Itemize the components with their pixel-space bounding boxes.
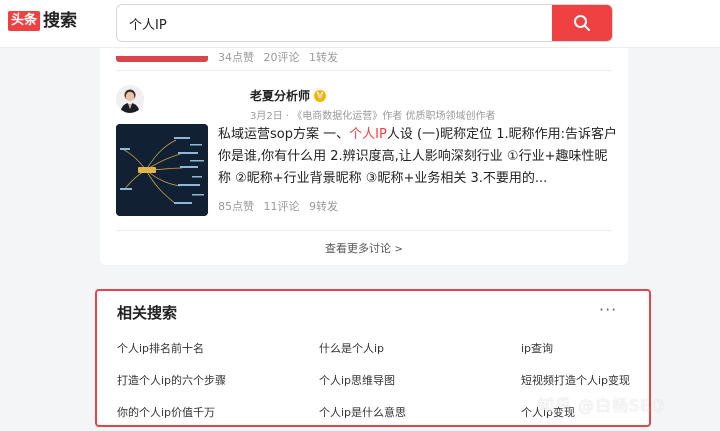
more-dots-icon[interactable]: ··· [599,300,617,319]
divider [116,70,612,71]
avatar[interactable] [116,85,144,113]
related-search-item[interactable]: 个人ip思维导图 [319,372,395,388]
post-thumbnail[interactable] [116,124,208,216]
avatar-image [116,85,144,113]
divider [116,230,612,231]
related-search-item[interactable]: 短视频打造个人ip变现 [521,372,630,388]
verified-badge-icon: V [314,89,327,102]
post-likes: 85点赞 [218,200,254,213]
previous-post-comments: 20评论 [263,51,300,63]
post-content[interactable]: 私域运营sop方案 一、个人IP人设 (一)昵称定位 1.昵称作用:告诉客户你是… [218,124,618,190]
related-search-item[interactable]: ip查询 [521,340,553,356]
related-search-item[interactable]: 你的个人ip价值千万 [117,404,215,420]
search-input[interactable] [117,5,553,41]
post-shares: 9转发 [309,200,338,213]
previous-post-thumbnail[interactable] [116,56,208,62]
more-discussions-label: 查看更多讨论 [325,242,392,255]
more-discussions-link[interactable]: 查看更多讨论 > [100,240,628,256]
logo-badge: 头条 [8,11,41,31]
author-description: 3月2日 · 《电商数据化运营》作者 优质职场领域创作者 [250,111,496,122]
discussion-card: 34点赞 20评论 1转发 老夏分析师 V 3月2日 · 《电商数据化运营》作者… [100,30,628,265]
logo-text: 搜索 [43,11,78,31]
mind-map-thumbnail [116,124,208,216]
search-box [116,4,613,42]
chevron-right-icon: > [394,244,403,255]
post-stats: 85点赞 11评论 9转发 [218,198,344,214]
related-search-item[interactable]: 什么是个人ip [319,340,384,356]
search-icon [574,15,590,31]
top-bar: 头条 搜索 [0,0,720,48]
watermark: 知乎 @白杨SEO [538,396,665,415]
post-content-highlight: 个人IP [349,127,387,142]
post-content-text: 私域运营sop方案 一、 [218,127,350,142]
author-name-row[interactable]: 老夏分析师 V [250,87,327,104]
related-search-item[interactable]: 打造个人ip的六个步骤 [117,372,226,388]
previous-post-shares: 1转发 [309,51,338,63]
post-comments: 11评论 [263,200,300,213]
related-search-item[interactable]: 个人ip是什么意思 [319,404,406,420]
author-name: 老夏分析师 [250,89,311,103]
previous-post-stats: 34点赞 20评论 1转发 [218,49,344,63]
previous-post-likes: 34点赞 [218,51,254,63]
related-searches-title: 相关搜索 [117,304,178,322]
toutiao-search-logo[interactable]: 头条 搜索 [8,10,77,32]
related-search-item[interactable]: 个人ip排名前十名 [117,340,204,356]
search-button[interactable] [552,5,612,41]
